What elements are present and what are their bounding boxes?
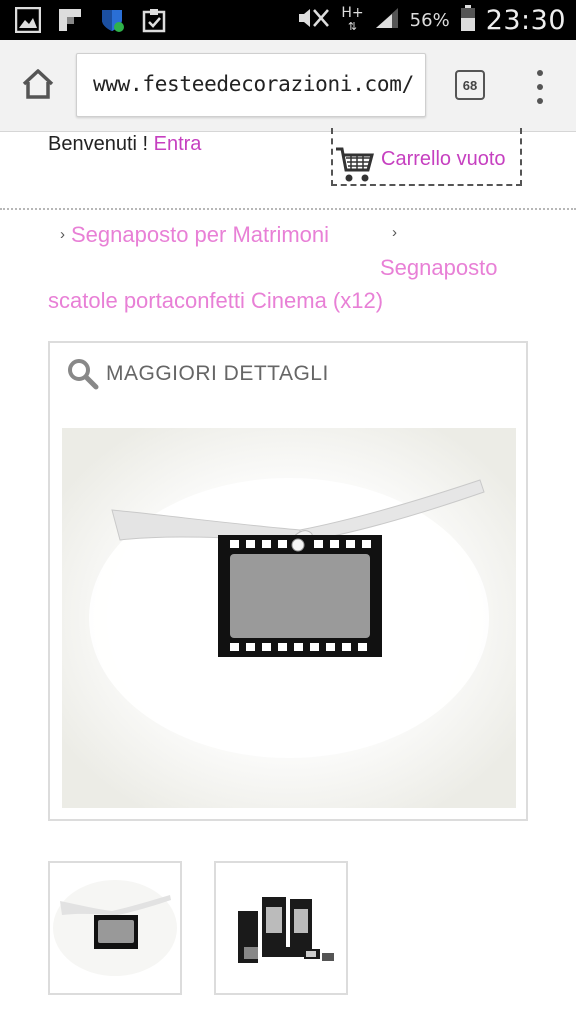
network-type-icon: H+ ⇅ [341,5,364,33]
chevron-right-icon: › [392,224,397,241]
tab-switcher-button[interactable]: 68 [455,70,485,100]
breadcrumb-item-subcategory[interactable]: Segnaposto [380,255,497,281]
menu-dot-icon [537,70,543,76]
url-text[interactable]: www.festeedecorazioni.com/ [93,72,414,96]
product-image-frame[interactable]: MAGGIORI DETTAGLI [48,341,528,821]
welcome-text: Benvenuti ! [48,133,154,155]
menu-dot-icon [537,98,543,104]
home-icon [22,69,54,99]
cart-status-label[interactable]: Carrello vuoto [381,148,506,171]
clipboard-check-icon [140,6,168,34]
breadcrumb-item-product: scatole portaconfetti Cinema (x12) [48,288,384,313]
shopping-cart-icon [335,146,375,184]
product-thumbnail[interactable] [214,861,348,995]
battery-percent: 56% [409,9,450,31]
status-bar: H+ ⇅ 56% 23:30 [0,0,576,40]
mute-icon [297,5,331,35]
login-link[interactable]: Entra [154,133,202,155]
product-photo [62,428,516,808]
cart-widget[interactable]: Carrello vuoto [331,128,522,186]
product-thumbnail[interactable] [48,861,182,995]
breadcrumb-category-label[interactable]: Segnaposto per Matrimoni [71,222,329,247]
home-button[interactable] [18,64,58,104]
magnifier-icon [68,359,99,390]
network-type-label: H+ [341,5,364,21]
battery-icon [460,4,476,36]
browser-toolbar: www.festeedecorazioni.com/ 68 [0,40,576,132]
menu-dot-icon [537,84,543,90]
security-shield-icon [98,6,126,34]
tab-count: 68 [462,77,478,93]
header-divider [0,208,576,210]
overflow-menu-button[interactable] [530,70,550,104]
signal-icon [374,6,400,34]
welcome-message: Benvenuti ! Entra [48,133,201,156]
clock: 23:30 [485,4,566,36]
more-details-button[interactable]: MAGGIORI DETTAGLI [66,357,329,391]
flipboard-icon [56,6,84,34]
more-details-label[interactable]: MAGGIORI DETTAGLI [106,362,329,386]
thumbnail-photo [50,863,180,993]
url-bar[interactable]: www.festeedecorazioni.com/ [76,53,426,117]
gallery-icon [14,6,42,34]
thumbnail-photo [216,863,346,993]
breadcrumb-item-category[interactable]: › Segnaposto per Matrimoni [60,222,329,248]
chevron-right-icon: › [60,226,65,243]
